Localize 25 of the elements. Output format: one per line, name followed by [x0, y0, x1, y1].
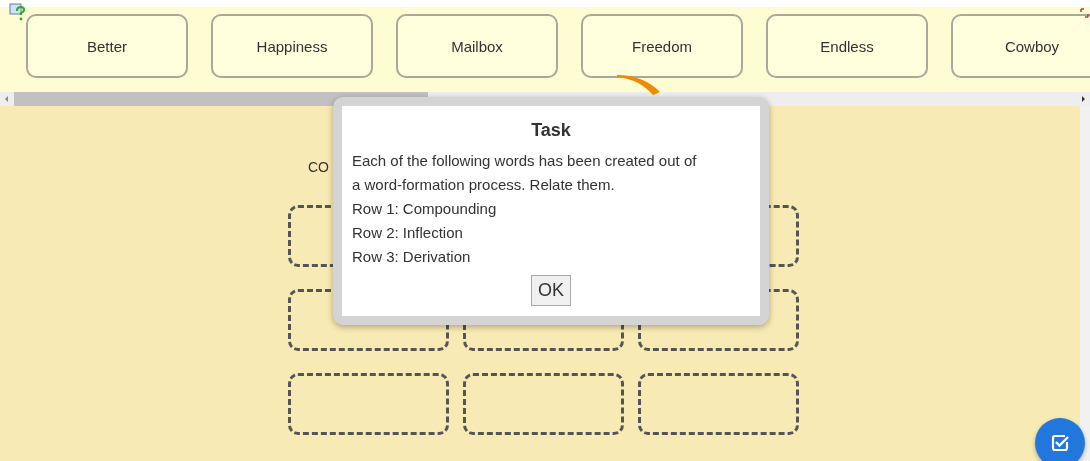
- drop-zone[interactable]: [638, 373, 799, 435]
- fullscreen-icon[interactable]: [1080, 8, 1089, 18]
- scroll-left-icon[interactable]: [5, 96, 8, 102]
- drop-zone[interactable]: [288, 373, 449, 435]
- word-card[interactable]: Better: [26, 14, 188, 78]
- word-card[interactable]: Mailbox: [396, 14, 558, 78]
- dialog-text: a word-formation process. Relate them.: [352, 175, 616, 195]
- checkbox-icon: [1050, 433, 1070, 453]
- word-card[interactable]: Cowboy: [951, 14, 1090, 78]
- vertical-scrollbar[interactable]: [1080, 106, 1090, 461]
- word-card[interactable]: Freedom: [581, 14, 743, 78]
- dialog-text: Row 1: Compounding: [352, 199, 498, 219]
- dialog-text: Row 2: Inflection: [352, 223, 464, 243]
- dialog-title: Task: [531, 120, 571, 141]
- dialog-text: Row 3: Derivation: [352, 247, 472, 267]
- curved-arrow-icon: [617, 75, 661, 95]
- word-card[interactable]: Endless: [766, 14, 928, 78]
- check-button[interactable]: [1035, 418, 1085, 461]
- dialog-text: Each of the following words has been created out of: [352, 151, 698, 171]
- help-icon[interactable]: [9, 3, 25, 21]
- word-card[interactable]: Happiness: [211, 14, 373, 78]
- board-heading: CO: [308, 159, 329, 177]
- ok-button[interactable]: OK: [531, 275, 571, 306]
- drop-zone[interactable]: [463, 373, 624, 435]
- scroll-right-icon[interactable]: [1082, 96, 1085, 102]
